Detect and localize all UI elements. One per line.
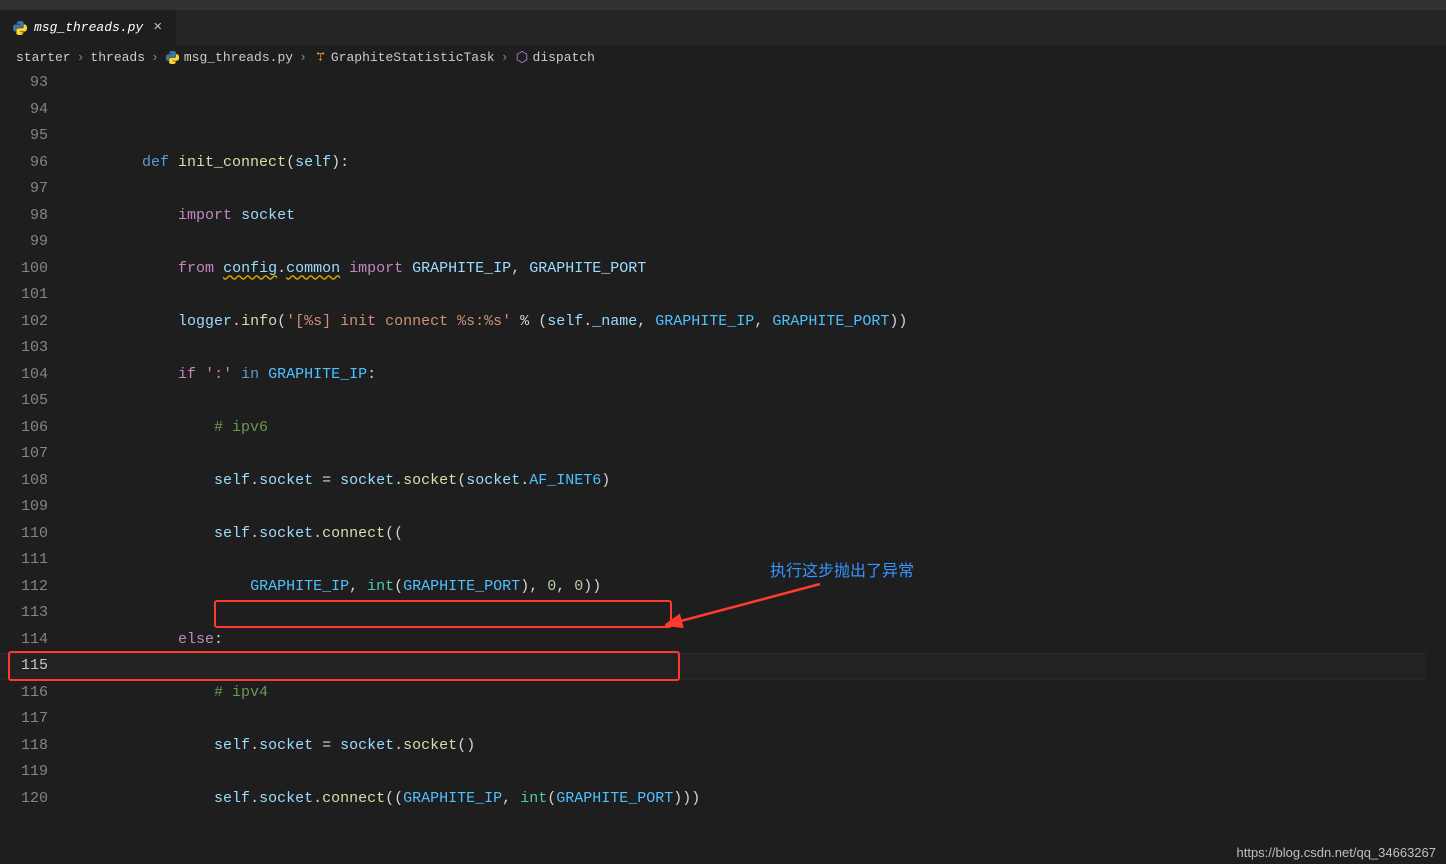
code-line: self.socket = socket.socket(): [70, 733, 1446, 760]
tab-filename: msg_threads.py: [34, 20, 143, 35]
tab-bar: msg_threads.py ×: [0, 10, 1446, 46]
chevron-right-icon: ›: [149, 50, 161, 65]
editor-tab[interactable]: msg_threads.py ×: [0, 10, 176, 45]
window-titlebar: [0, 0, 1446, 10]
chevron-right-icon: ›: [297, 50, 309, 65]
code-line: from config.common import GRAPHITE_IP, G…: [70, 256, 1446, 283]
code-line: def init_connect(self):: [70, 150, 1446, 177]
breadcrumb-method[interactable]: dispatch: [515, 50, 595, 65]
code-line: import socket: [70, 203, 1446, 230]
line-number-gutter: 9394959697989910010110210310410510610710…: [0, 68, 70, 864]
breadcrumb-folder[interactable]: starter: [16, 50, 71, 65]
python-file-icon: [165, 50, 180, 65]
code-line: else:: [70, 627, 1446, 654]
watermark-text: https://blog.csdn.net/qq_34663267: [1237, 845, 1437, 860]
python-file-icon: [12, 20, 28, 36]
code-line: if ':' in GRAPHITE_IP:: [70, 362, 1446, 389]
code-line: GRAPHITE_IP, int(GRAPHITE_PORT), 0, 0)): [70, 574, 1446, 601]
breadcrumb-file[interactable]: msg_threads.py: [165, 50, 293, 65]
highlight-box: [214, 600, 672, 628]
highlight-box: [8, 651, 680, 681]
code-line: # ipv4: [70, 680, 1446, 707]
close-tab-icon[interactable]: ×: [149, 19, 166, 36]
chevron-right-icon: ›: [499, 50, 511, 65]
minimap[interactable]: [1426, 68, 1446, 864]
symbol-method-icon: [515, 50, 529, 64]
code-line: [70, 97, 1446, 124]
code-line: logger.info('[%s] init connect %s:%s' % …: [70, 309, 1446, 336]
symbol-class-icon: [313, 50, 327, 64]
breadcrumb-folder[interactable]: threads: [90, 50, 145, 65]
code-line: self.socket.connect((: [70, 521, 1446, 548]
code-line: self.socket.connect((GRAPHITE_IP, int(GR…: [70, 786, 1446, 813]
breadcrumb[interactable]: starter › threads › msg_threads.py › Gra…: [0, 46, 1446, 68]
code-content[interactable]: def init_connect(self): import socket fr…: [70, 68, 1446, 864]
editor-area[interactable]: 9394959697989910010110210310410510610710…: [0, 68, 1446, 864]
annotation-text: 执行这步抛出了异常: [770, 559, 914, 586]
chevron-right-icon: ›: [75, 50, 87, 65]
code-line: self.socket = socket.socket(socket.AF_IN…: [70, 468, 1446, 495]
code-line: # ipv6: [70, 415, 1446, 442]
breadcrumb-class[interactable]: GraphiteStatisticTask: [313, 50, 495, 65]
